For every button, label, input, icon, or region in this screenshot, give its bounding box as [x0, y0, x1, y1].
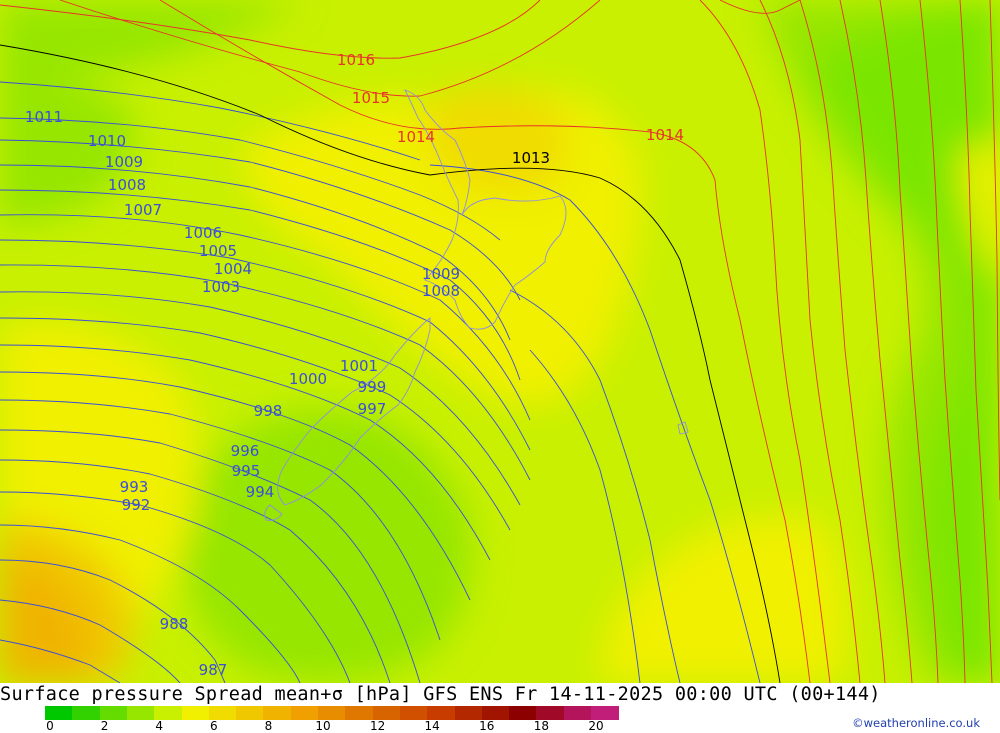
legend-tick-label: 6: [209, 719, 218, 733]
legend-tick-label: 10: [315, 719, 331, 733]
label-997: 997: [358, 400, 387, 418]
label-1001: 1001: [340, 357, 378, 375]
legend-swatch: [399, 706, 428, 720]
spread-fill: [0, 0, 1000, 683]
label-1009-west: 1009: [105, 153, 143, 171]
legend-tick-label: 4: [155, 719, 164, 733]
legend-swatch: [181, 706, 210, 720]
legend-tick-label: 8: [264, 719, 273, 733]
color-legend: 0 2 4 6 8 10 12 14 16 18 20: [45, 706, 620, 733]
legend-swatch: [509, 706, 537, 720]
legend-swatch: [454, 706, 483, 720]
legend-swatch: [481, 706, 510, 720]
label-1011: 1011: [25, 108, 63, 126]
label-1005: 1005: [199, 242, 237, 260]
label-1009-east: 1009: [422, 265, 460, 283]
label-987: 987: [199, 661, 228, 679]
legend-swatch: [263, 706, 292, 720]
legend-swatch: [318, 706, 346, 720]
map-title: Surface pressure Spread mean+σ [hPa] GFS…: [0, 684, 881, 705]
legend-swatch: [563, 706, 592, 720]
legend-tick-label: 12: [369, 719, 386, 733]
legend-swatch: [236, 706, 264, 720]
legend-tick-label: 0: [46, 719, 54, 733]
label-994: 994: [246, 483, 275, 501]
legend-swatch: [72, 706, 101, 720]
legend-swatch: [591, 706, 619, 720]
label-998: 998: [254, 402, 283, 420]
label-1014-west: 1014: [397, 128, 435, 146]
legend-swatch: [372, 706, 401, 720]
legend-tick-label: 14: [424, 719, 440, 733]
label-1004: 1004: [214, 260, 252, 278]
legend-swatch: [45, 706, 73, 720]
legend-swatch: [208, 706, 237, 720]
legend-tick-label: 20: [588, 719, 604, 733]
legend-tick-label: 2: [100, 719, 109, 733]
label-995: 995: [232, 462, 261, 480]
label-992: 992: [122, 496, 151, 514]
legend-swatch: [126, 706, 155, 720]
label-1013: 1013: [512, 149, 550, 167]
label-1010: 1010: [88, 132, 126, 150]
label-1008-east: 1008: [422, 282, 460, 300]
label-1007: 1007: [124, 201, 162, 219]
label-1014-east: 1014: [646, 126, 684, 144]
legend-swatch: [290, 706, 319, 720]
pressure-spread-map: 101610151014 1014101310111010100910081007…: [0, 0, 1000, 683]
legend-swatch: [99, 706, 128, 720]
label-1015: 1015: [352, 89, 390, 107]
legend-tick-label: 16: [479, 719, 495, 733]
label-999: 999: [358, 378, 387, 396]
legend-tick-label: 18: [533, 719, 550, 733]
credit-link[interactable]: ©weatheronline.co.uk: [852, 716, 980, 730]
label-1000: 1000: [289, 370, 327, 388]
label-1008-west: 1008: [108, 176, 146, 194]
legend-swatch: [427, 706, 455, 720]
legend-swatch: [154, 706, 182, 720]
label-1016: 1016: [337, 51, 375, 69]
legend-swatch: [536, 706, 565, 720]
label-1006: 1006: [184, 224, 222, 242]
label-996: 996: [231, 442, 260, 460]
label-988: 988: [160, 615, 189, 633]
legend-swatch: [345, 706, 374, 720]
label-993: 993: [120, 478, 149, 496]
label-1003: 1003: [202, 278, 240, 296]
